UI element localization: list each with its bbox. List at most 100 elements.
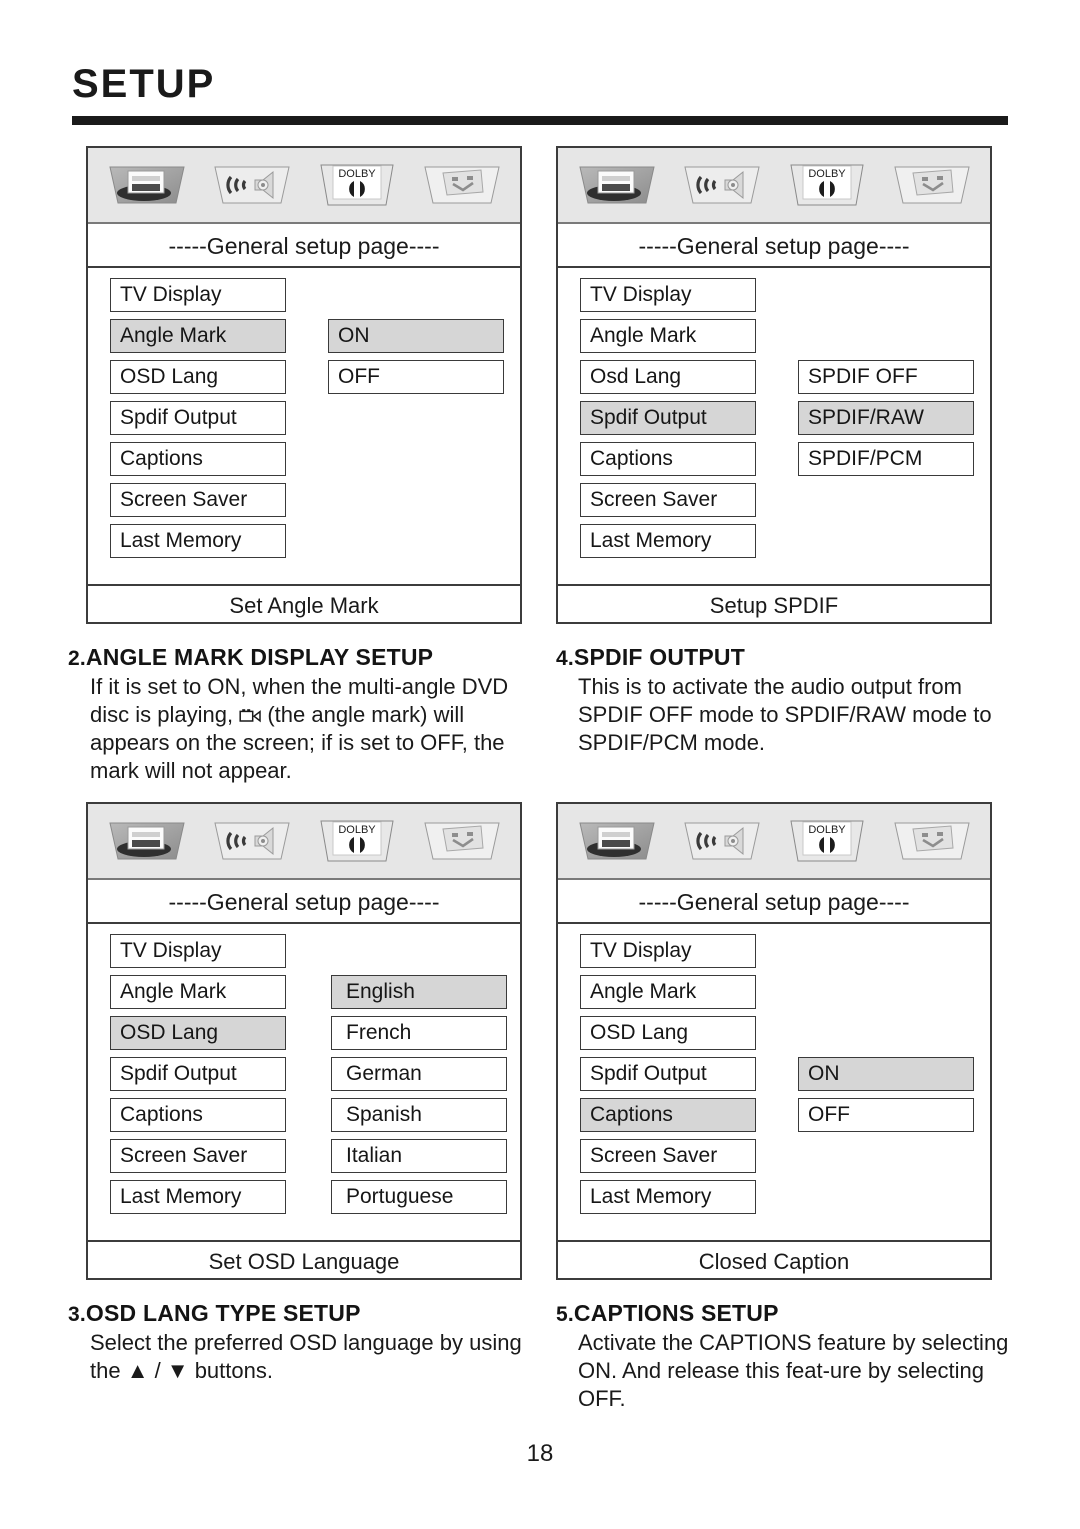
section-body-text: Select the preferred OSD language by usi…	[90, 1330, 522, 1383]
section-number: 3.	[68, 1303, 86, 1326]
section-body-text: Activate the CAPTIONS feature by selecti…	[578, 1330, 1009, 1411]
menu-item-captions[interactable]: Captions	[580, 442, 756, 476]
option-item-german[interactable]: German	[331, 1057, 507, 1091]
menu-item-osd-lang[interactable]: Osd Lang	[580, 360, 756, 394]
menu-item-captions[interactable]: Captions	[580, 1098, 756, 1132]
section-heading-text: SPDIF OUTPUT	[573, 644, 745, 670]
menu-item-tv-display[interactable]: TV Display	[580, 934, 756, 968]
general-setup-icon[interactable]	[106, 157, 188, 213]
menu-item-screen-saver[interactable]: Screen Saver	[580, 1139, 756, 1173]
dolby-setup-icon[interactable]: DOLBY	[316, 157, 398, 213]
general-setup-icon[interactable]	[106, 813, 188, 869]
svg-text:DOLBY: DOLBY	[338, 168, 376, 180]
page-number: 18	[526, 1440, 554, 1467]
dolby-setup-icon[interactable]: DOLBY	[786, 157, 868, 213]
osd-option-list: SPDIF OFF SPDIF/RAW SPDIF/PCM	[798, 360, 974, 483]
option-item-off[interactable]: OFF	[798, 1098, 974, 1132]
osd-status-footer: Set Angle Mark	[88, 584, 520, 626]
osd-menu-list: TV Display Angle Mark OSD Lang Spdif Output…	[110, 278, 286, 565]
option-item-spdif-off[interactable]: SPDIF OFF	[798, 360, 974, 394]
menu-item-tv-display[interactable]: TV Display	[110, 278, 286, 312]
section-body-text: This is to activate the audio output fro…	[578, 674, 992, 755]
osd-page-header: -----General setup page----	[558, 224, 990, 268]
section-heading: 4.SPDIF OUTPUT	[556, 644, 1016, 671]
dolby-setup-icon[interactable]: DOLBY	[786, 813, 868, 869]
option-item-spanish[interactable]: Spanish	[331, 1098, 507, 1132]
osd-option-list: ON OFF	[328, 319, 504, 401]
menu-item-captions[interactable]: Captions	[110, 442, 286, 476]
general-setup-icon[interactable]	[576, 157, 658, 213]
menu-item-screen-saver[interactable]: Screen Saver	[110, 1139, 286, 1173]
menu-item-osd-lang[interactable]: OSD Lang	[110, 360, 286, 394]
section-number: 4.	[556, 647, 574, 670]
instruction-section-spdif-output: 4.SPDIF OUTPUT This is to activate the au…	[556, 644, 1016, 757]
audio-setup-icon[interactable]	[681, 813, 763, 869]
option-item-on[interactable]: ON	[328, 319, 504, 353]
osd-screen-body: TV Display Angle Mark OSD Lang Spdif Output…	[88, 924, 520, 1240]
instruction-section-osd-lang-type-setup: 3.OSD LANG TYPE SETUP Select the preferre…	[68, 1300, 528, 1385]
dolby-setup-icon[interactable]: DOLBY	[316, 813, 398, 869]
osd-screen-osd-lang: DOLBY -----General setup page---- TV Disp…	[86, 802, 522, 1280]
osd-screen-spdif-output: DOLBY -----General setup page---- TV Disp…	[556, 146, 992, 624]
menu-item-tv-display[interactable]: TV Display	[580, 278, 756, 312]
osd-icon-bar: DOLBY	[88, 804, 520, 880]
option-item-portuguese[interactable]: Portuguese	[331, 1180, 507, 1214]
menu-item-spdif-output[interactable]: Spdif Output	[580, 1057, 756, 1091]
video-setup-icon[interactable]	[421, 813, 503, 869]
video-setup-icon[interactable]	[891, 813, 973, 869]
section-heading: 5.CAPTIONS SETUP	[556, 1300, 1016, 1327]
menu-item-spdif-output[interactable]: Spdif Output	[110, 1057, 286, 1091]
audio-setup-icon[interactable]	[211, 813, 293, 869]
osd-page-header: -----General setup page----	[88, 880, 520, 924]
svg-text:DOLBY: DOLBY	[808, 168, 846, 180]
menu-item-last-memory[interactable]: Last Memory	[110, 524, 286, 558]
osd-status-footer: Set OSD Language	[88, 1240, 520, 1282]
menu-item-angle-mark[interactable]: Angle Mark	[580, 975, 756, 1009]
section-heading-text: ANGLE MARK DISPLAY SETUP	[85, 644, 434, 670]
option-item-spdif-pcm[interactable]: SPDIF/PCM	[798, 442, 974, 476]
option-item-italian[interactable]: Italian	[331, 1139, 507, 1173]
osd-screen-angle-mark: DOLBY -----General setup page---- TV Disp…	[86, 146, 522, 624]
menu-item-angle-mark[interactable]: Angle Mark	[580, 319, 756, 353]
option-item-spdif-raw[interactable]: SPDIF/RAW	[798, 401, 974, 435]
menu-item-spdif-output[interactable]: Spdif Output	[580, 401, 756, 435]
section-number: 2.	[68, 647, 86, 670]
general-setup-icon[interactable]	[576, 813, 658, 869]
osd-screen-captions: DOLBY -----General setup page---- TV Disp…	[556, 802, 992, 1280]
option-item-off[interactable]: OFF	[328, 360, 504, 394]
title-underline-rule	[72, 116, 1008, 125]
instruction-section-angle-mark-display-setup: 2.ANGLE MARK DISPLAY SETUP If it is set t…	[68, 644, 528, 785]
menu-item-last-memory[interactable]: Last Memory	[580, 1180, 756, 1214]
option-item-french[interactable]: French	[331, 1016, 507, 1050]
video-setup-icon[interactable]	[891, 157, 973, 213]
osd-status-footer: Closed Caption	[558, 1240, 990, 1282]
menu-item-osd-lang[interactable]: OSD Lang	[110, 1016, 286, 1050]
audio-setup-icon[interactable]	[211, 157, 293, 213]
menu-item-last-memory[interactable]: Last Memory	[580, 524, 756, 558]
osd-menu-list: TV Display Angle Mark OSD Lang Spdif Output…	[580, 934, 756, 1221]
angle-mark-icon	[239, 703, 261, 723]
instruction-section-captions-setup: 5.CAPTIONS SETUP Activate the CAPTIONS fe…	[556, 1300, 1016, 1413]
option-item-on[interactable]: ON	[798, 1057, 974, 1091]
section-number: 5.	[556, 1303, 574, 1326]
osd-status-footer: Setup SPDIF	[558, 584, 990, 626]
menu-item-angle-mark[interactable]: Angle Mark	[110, 319, 286, 353]
section-heading-text: CAPTIONS SETUP	[573, 1300, 779, 1326]
menu-item-last-memory[interactable]: Last Memory	[110, 1180, 286, 1214]
audio-setup-icon[interactable]	[681, 157, 763, 213]
menu-item-osd-lang[interactable]: OSD Lang	[580, 1016, 756, 1050]
osd-page-header: -----General setup page----	[88, 224, 520, 268]
option-item-english[interactable]: English	[331, 975, 507, 1009]
section-heading: 2.ANGLE MARK DISPLAY SETUP	[68, 644, 528, 671]
osd-icon-bar: DOLBY	[558, 804, 990, 880]
osd-screen-body: TV Display Angle Mark OSD Lang Spdif Output…	[88, 268, 520, 584]
menu-item-angle-mark[interactable]: Angle Mark	[110, 975, 286, 1009]
menu-item-tv-display[interactable]: TV Display	[110, 934, 286, 968]
video-setup-icon[interactable]	[421, 157, 503, 213]
osd-option-list: ON OFF	[798, 1057, 974, 1139]
osd-screen-body: TV Display Angle Mark Osd Lang Spdif Output…	[558, 268, 990, 584]
menu-item-spdif-output[interactable]: Spdif Output	[110, 401, 286, 435]
menu-item-screen-saver[interactable]: Screen Saver	[580, 483, 756, 517]
menu-item-captions[interactable]: Captions	[110, 1098, 286, 1132]
menu-item-screen-saver[interactable]: Screen Saver	[110, 483, 286, 517]
